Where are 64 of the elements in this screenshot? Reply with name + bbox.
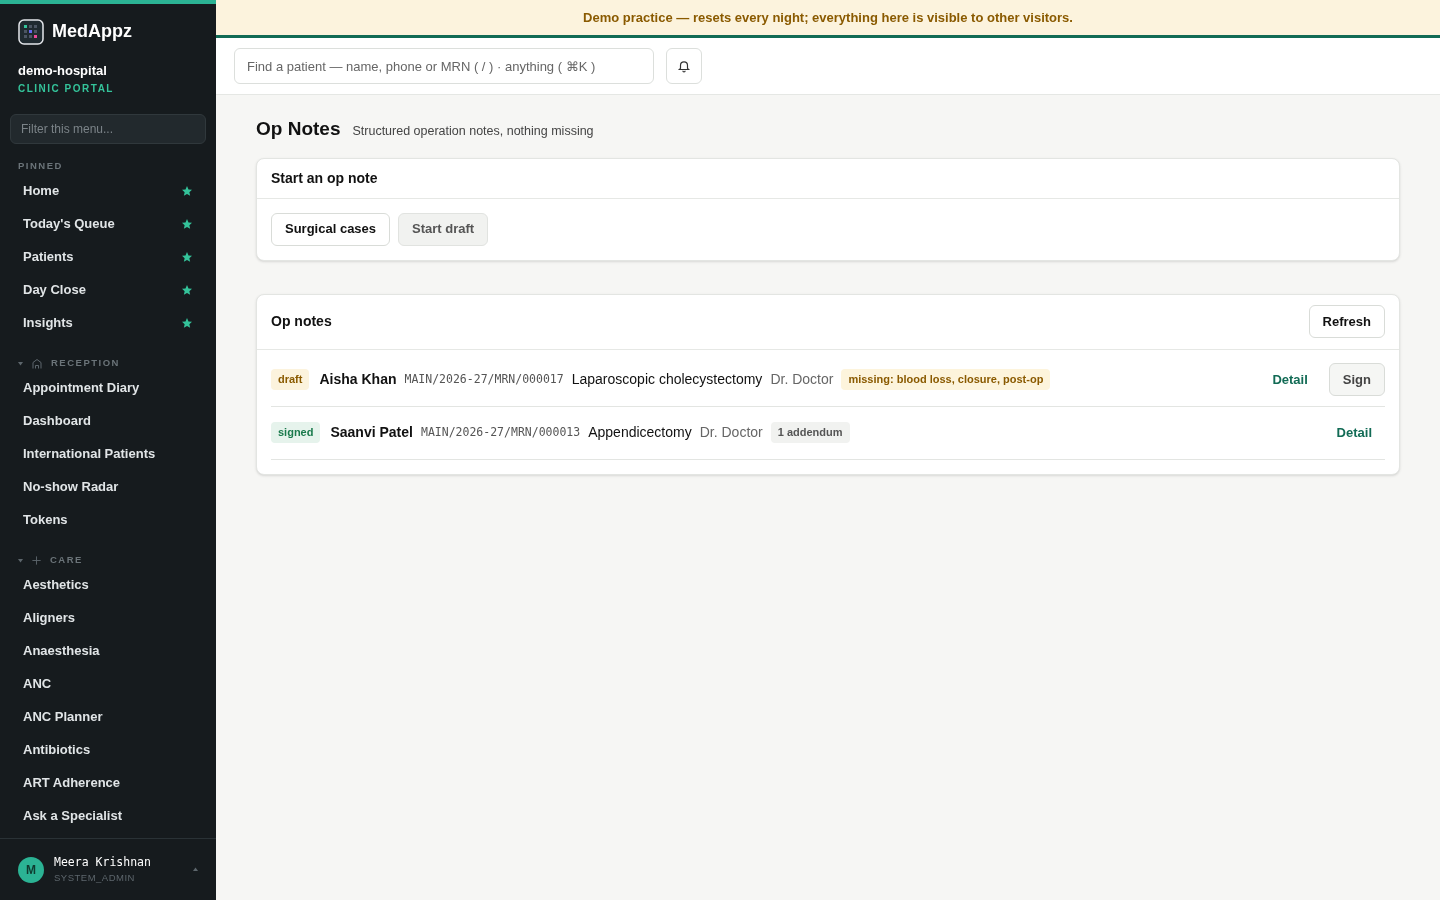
section-heading: RECEPTION <box>51 356 120 371</box>
procedure: Appendicectomy <box>588 423 692 442</box>
star-icon <box>181 184 193 197</box>
avatar: M <box>18 856 44 883</box>
sidebar-item[interactable]: Patients <box>10 240 206 273</box>
brand-name: MedAppz <box>52 20 132 43</box>
filter-field[interactable]: Filter this menu... <box>10 113 206 144</box>
sidebar-item[interactable]: No-show Radar <box>10 470 206 503</box>
sidebar-item[interactable]: International Patients <box>10 437 206 470</box>
card-title: Op notes <box>271 312 332 331</box>
building-icon <box>31 357 43 370</box>
procedure: Laparoscopic cholecystectomy <box>571 370 763 389</box>
user-name: Meera Krishnan <box>54 853 152 871</box>
section-heading: CARE <box>50 553 83 568</box>
note-tag: missing: blood loss, closure, post-op <box>841 369 1051 390</box>
status-badge: draft <box>271 369 310 390</box>
caret-icon[interactable] <box>193 867 198 872</box>
sidebar-item[interactable]: Today's Queue <box>10 207 206 240</box>
sidebar-item[interactable]: Day Close <box>10 273 206 306</box>
detail-link[interactable]: Detail <box>1259 369 1321 390</box>
sidebar-item[interactable]: Dashboard <box>10 404 206 437</box>
logo-icon <box>18 18 44 45</box>
doctor: Dr. Doctor <box>699 423 763 442</box>
plus-icon <box>31 555 42 566</box>
card-title: Start an op note <box>271 168 378 188</box>
sidebar-item[interactable]: Tokens <box>10 503 206 536</box>
org-name: demo-hospital <box>17 62 108 80</box>
detail-link[interactable]: Detail <box>1323 422 1385 443</box>
star-icon <box>181 316 193 329</box>
sidebar-item[interactable]: Insights <box>10 306 206 339</box>
user-role: SYSTEM_ADMIN <box>54 871 136 885</box>
sidebar-item[interactable]: Antibiotics <box>10 733 206 766</box>
doctor: Dr. Doctor <box>770 370 834 389</box>
caret-icon[interactable] <box>18 361 23 366</box>
caret-icon[interactable] <box>18 558 23 563</box>
sign-button[interactable]: Sign <box>1328 363 1385 396</box>
sidebar-item[interactable]: Aligners <box>10 601 206 634</box>
star-icon <box>181 250 193 263</box>
star-icon <box>181 283 193 296</box>
sidebar-item[interactable]: Appointment Diary <box>10 371 206 404</box>
note-tag: 1 addendum <box>770 422 850 443</box>
sidebar-item[interactable]: Aesthetics <box>10 568 206 601</box>
mrn: MAIN/2026-27/MRN/000013 <box>420 423 581 441</box>
status-badge: signed <box>271 422 321 443</box>
notifications-button[interactable] <box>666 48 702 84</box>
sidebar-item[interactable]: ANC <box>10 667 206 700</box>
demo-banner: Demo practice — resets every night; everything here is visible to other visitors. <box>216 0 1440 38</box>
section-heading: PINNED <box>18 159 63 174</box>
sidebar-item[interactable]: Home <box>10 174 206 207</box>
star-icon <box>181 217 193 230</box>
sidebar-item[interactable]: Ask a Specialist <box>10 799 206 832</box>
page-subtitle: Structured operation notes, nothing missing <box>352 123 594 140</box>
sidebar-item[interactable]: Anaesthesia <box>10 634 206 667</box>
portal-label: CLINIC PORTAL <box>17 81 115 96</box>
mrn: MAIN/2026-27/MRN/000017 <box>404 370 564 388</box>
sidebar-item[interactable]: ANC Planner <box>10 700 206 733</box>
refresh-button[interactable]: Refresh <box>1308 305 1385 338</box>
bell-icon <box>677 59 691 73</box>
sidebar-item[interactable]: ART Adherence <box>10 766 206 799</box>
patient-name: Aisha Khan <box>319 370 397 389</box>
action-button[interactable]: Surgical cases <box>271 212 391 246</box>
page-title: Op Notes <box>256 117 341 141</box>
search-field[interactable]: Find a patient — name, phone or MRN ( / ) · anything ( ⌘K ) <box>234 48 654 84</box>
patient-name: Saanvi Patel <box>330 423 413 442</box>
